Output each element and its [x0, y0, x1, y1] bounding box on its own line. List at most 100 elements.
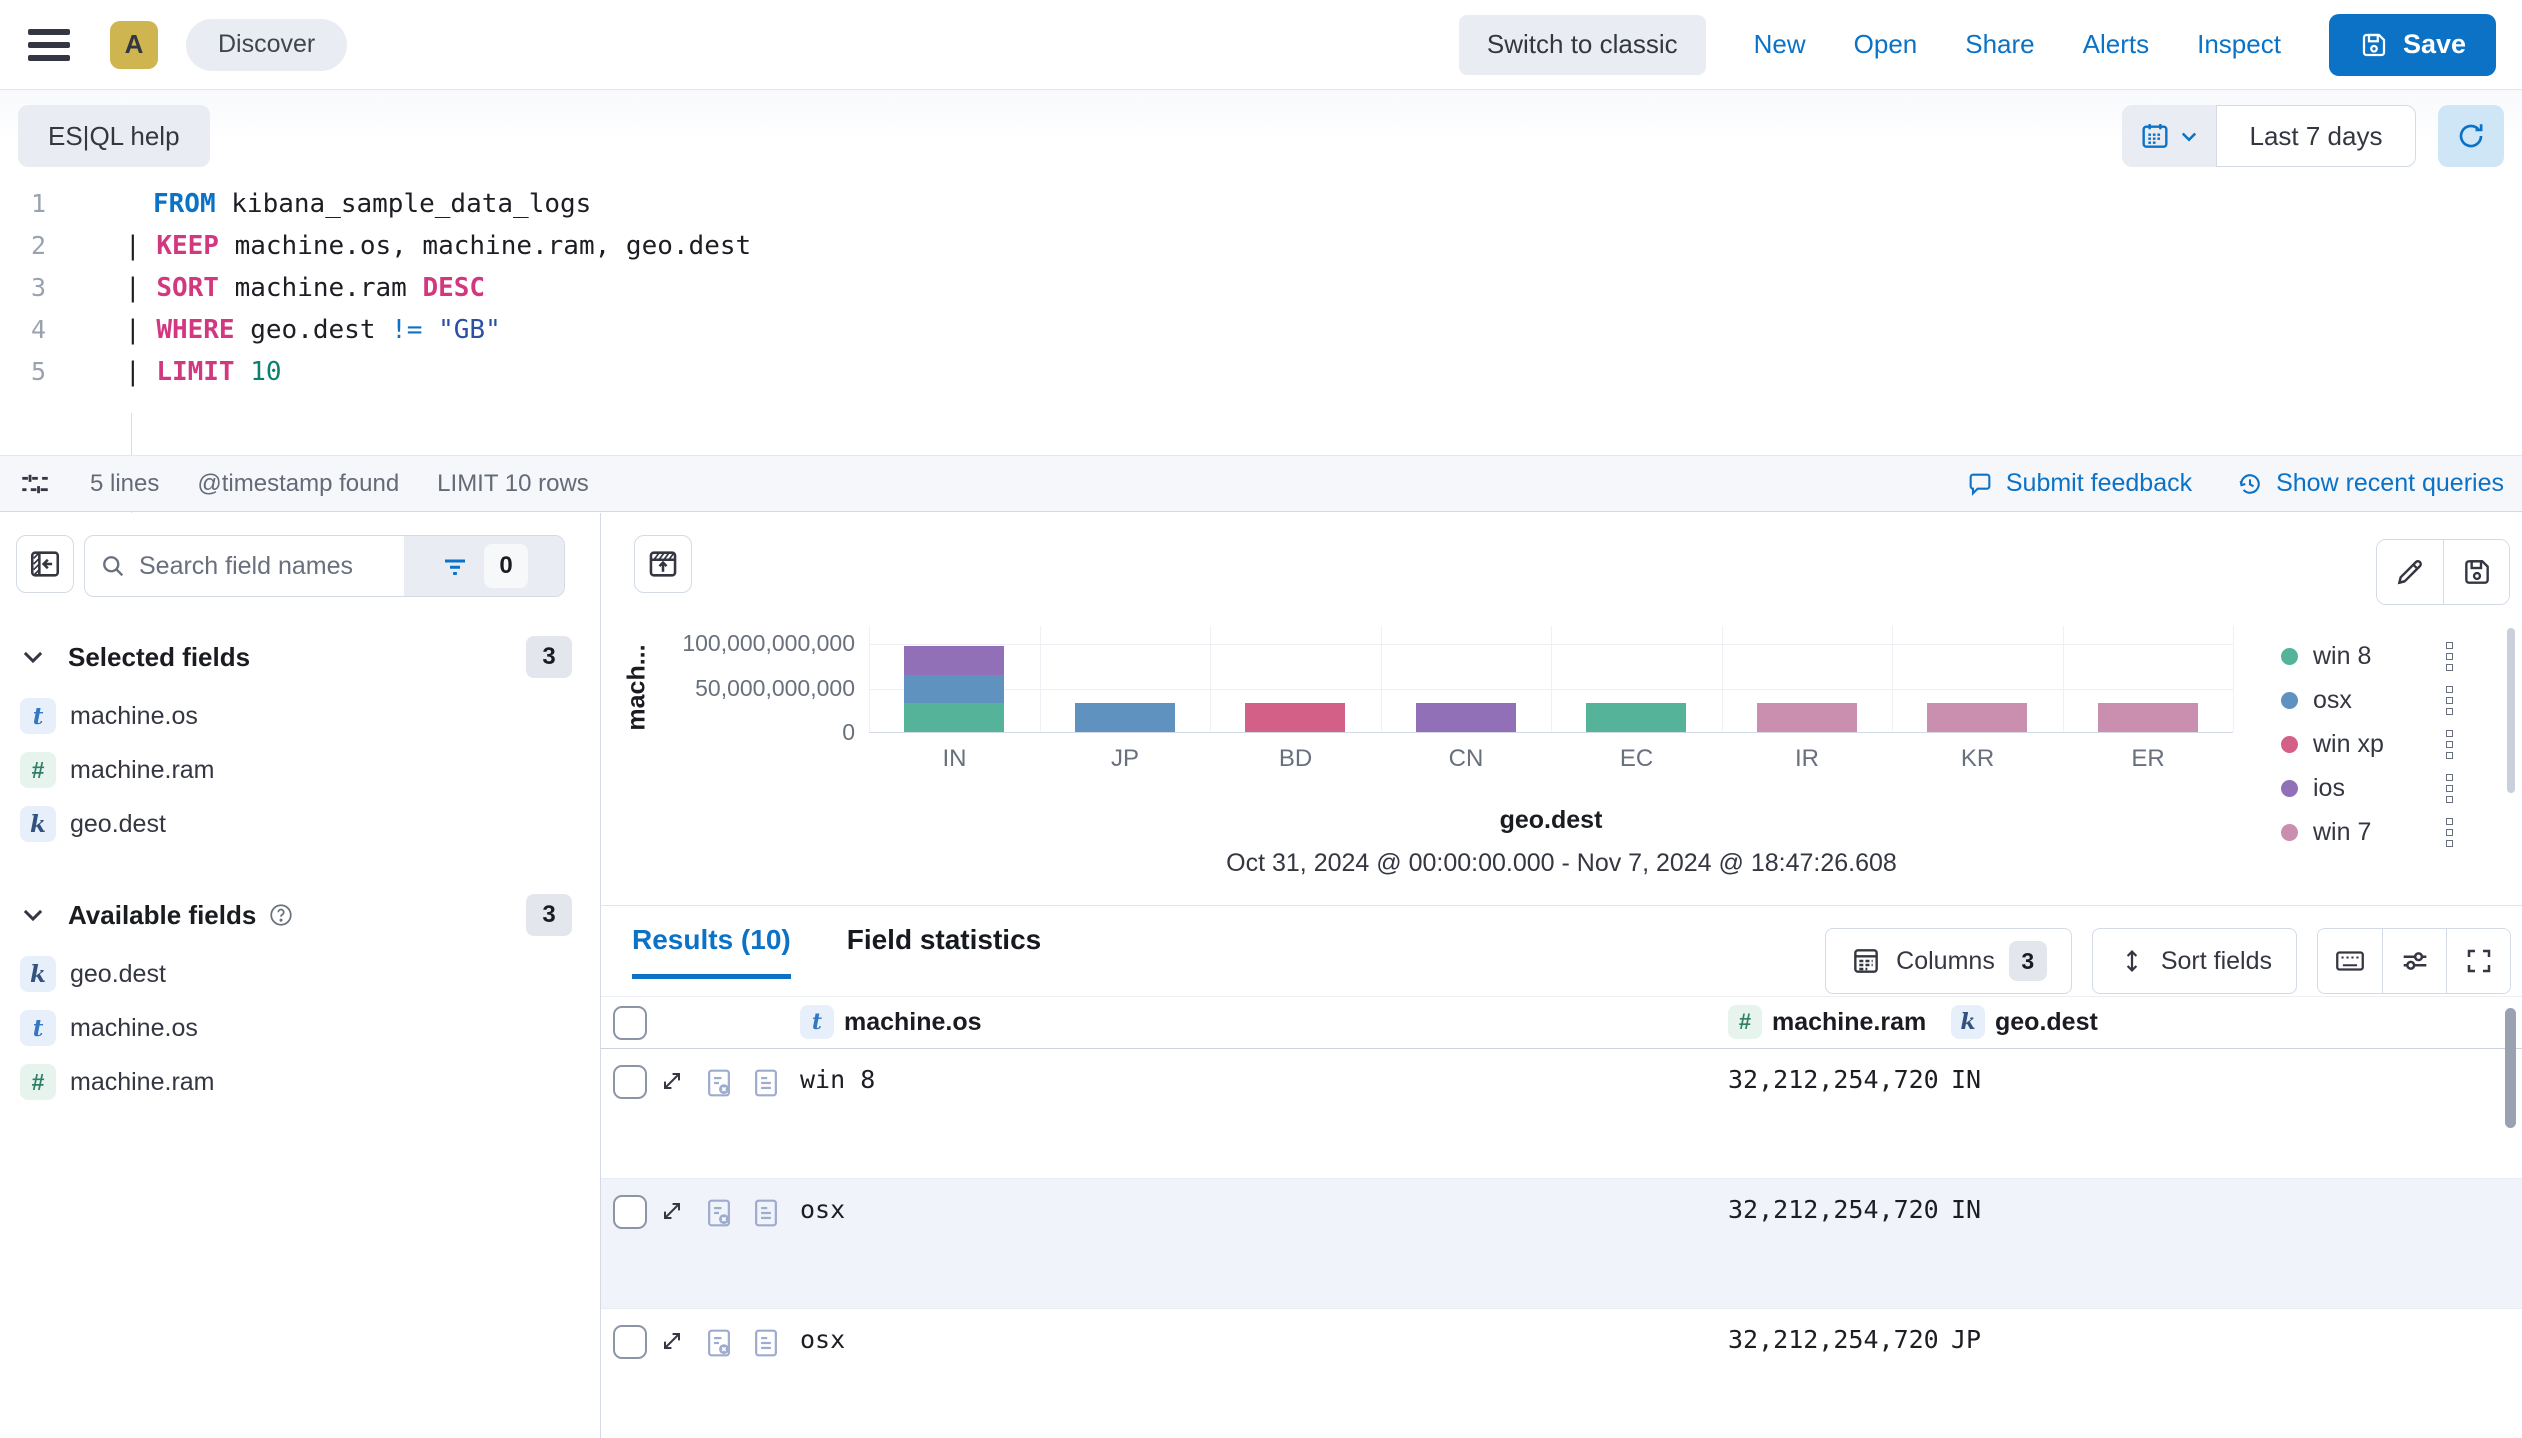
expand-row-icon[interactable] — [658, 1197, 686, 1225]
help-icon[interactable] — [268, 902, 294, 928]
new-button[interactable]: New — [1754, 29, 1806, 60]
row-checkbox[interactable] — [613, 1325, 647, 1359]
feedback-icon — [1966, 470, 1994, 498]
field-type-icon: t — [800, 1005, 834, 1039]
alerts-button[interactable]: Alerts — [2083, 29, 2149, 60]
column-label: machine.ram — [1772, 1008, 1926, 1037]
column-header-machine.ram[interactable]: #machine.ram — [1728, 1005, 1926, 1039]
field-item-machine.ram[interactable]: #machine.ram — [16, 1055, 600, 1109]
histogram-panel: mach... 050,000,000,000100,000,000,000 I… — [600, 513, 2522, 906]
x-tick-KR: KR — [1892, 745, 2063, 773]
limit-status: LIMIT 10 rows — [437, 470, 589, 498]
code-line[interactable]: 3| SORT machine.ram DESC — [0, 267, 2522, 309]
search-input[interactable] — [139, 552, 390, 581]
tab-results[interactable]: Results (10) — [632, 924, 791, 979]
legend-options-icon[interactable] — [2446, 818, 2453, 847]
line-count: 5 lines — [90, 470, 159, 498]
line-number: 5 — [0, 351, 46, 393]
legend-options-icon[interactable] — [2446, 642, 2453, 671]
selected-fields-header[interactable]: Selected fields 3 — [20, 635, 572, 679]
save-visualization-icon-button[interactable] — [2443, 540, 2509, 604]
submit-feedback-link[interactable]: Submit feedback — [1966, 469, 2192, 498]
legend-label: win xp — [2313, 730, 2384, 759]
row-checkbox[interactable] — [613, 1195, 647, 1229]
legend-item-win xp[interactable]: win xp — [2281, 722, 2493, 766]
field-item-geo.dest[interactable]: kgeo.dest — [16, 947, 600, 1001]
columns-button[interactable]: Columns 3 — [1825, 928, 2072, 994]
share-button[interactable]: Share — [1965, 29, 2034, 60]
field-item-geo.dest[interactable]: kgeo.dest — [16, 797, 600, 851]
legend-item-ios[interactable]: ios — [2281, 766, 2493, 810]
calendar-dropdown-button[interactable] — [2122, 105, 2216, 167]
view-document-icon[interactable] — [751, 1327, 781, 1359]
column-header-machine.os[interactable]: tmachine.os — [800, 1005, 982, 1039]
open-button[interactable]: Open — [1854, 29, 1918, 60]
esql-editor[interactable]: 1FROM kibana_sample_data_logs2| KEEP mac… — [0, 183, 2522, 455]
refresh-button[interactable] — [2438, 105, 2504, 167]
table-scrollbar[interactable] — [2505, 1008, 2516, 1128]
table-row: win 832,212,254,720IN — [601, 1049, 2522, 1179]
avatar[interactable]: A — [110, 21, 158, 69]
menu-icon[interactable] — [26, 25, 72, 65]
field-type-icon: # — [20, 1064, 56, 1100]
display-options-button[interactable] — [2382, 929, 2446, 993]
keyboard-shortcuts-button[interactable] — [2318, 929, 2382, 993]
show-recent-queries-link[interactable]: Show recent queries — [2236, 469, 2504, 498]
field-item-machine.os[interactable]: tmachine.os — [16, 689, 600, 743]
legend-options-icon[interactable] — [2446, 686, 2453, 715]
field-filter-button[interactable]: 0 — [404, 536, 564, 596]
bar-IR-win 7 — [1757, 703, 1857, 732]
row-checkbox[interactable] — [613, 1065, 647, 1099]
expand-row-icon[interactable] — [658, 1067, 686, 1095]
bar-CN-ios — [1416, 703, 1516, 732]
column-header-geo.dest[interactable]: kgeo.dest — [1951, 1005, 2098, 1039]
query-toolbar: ES|QL help Last 7 days — [0, 90, 2522, 182]
switch-to-classic-button[interactable]: Switch to classic — [1459, 15, 1706, 75]
code-line[interactable]: 1FROM kibana_sample_data_logs — [0, 183, 2522, 225]
editor-settings-icon[interactable] — [18, 467, 52, 501]
breadcrumb-discover[interactable]: Discover — [186, 19, 347, 71]
remove-document-icon[interactable] — [704, 1067, 734, 1099]
legend-item-win 8[interactable]: win 8 — [2281, 634, 2493, 678]
editor-status-bar: 5 lines @timestamp found LIMIT 10 rows S… — [0, 455, 2522, 512]
legend-dot — [2281, 692, 2298, 709]
code-line[interactable]: 2| KEEP machine.os, machine.ram, geo.des… — [0, 225, 2522, 267]
legend-item-win 7[interactable]: win 7 — [2281, 810, 2493, 854]
inspect-button[interactable]: Inspect — [2197, 29, 2281, 60]
results-tabs: Results (10) Field statistics — [632, 924, 1041, 979]
bar-ER-win 7 — [2098, 703, 2198, 732]
remove-document-icon[interactable] — [704, 1197, 734, 1229]
pencil-icon — [2394, 556, 2426, 588]
fields-sidebar: 0 Selected fields 3 tmachine.os#machine.… — [0, 513, 600, 1438]
time-range-display[interactable]: Last 7 days — [2216, 105, 2416, 167]
code-line[interactable]: 5| LIMIT 10 — [0, 351, 2522, 393]
esql-help-button[interactable]: ES|QL help — [18, 105, 210, 167]
legend-options-icon[interactable] — [2446, 730, 2453, 759]
legend-item-osx[interactable]: osx — [2281, 678, 2493, 722]
sort-fields-button[interactable]: Sort fields — [2092, 928, 2297, 994]
view-document-icon[interactable] — [751, 1197, 781, 1229]
field-item-machine.os[interactable]: tmachine.os — [16, 1001, 600, 1055]
collapse-sidebar-button[interactable] — [16, 535, 74, 593]
field-label: geo.dest — [70, 810, 166, 839]
available-fields-header[interactable]: Available fields 3 — [20, 893, 572, 937]
view-document-icon[interactable] — [751, 1067, 781, 1099]
expand-row-icon[interactable] — [658, 1327, 686, 1355]
edit-visualization-button[interactable] — [2377, 540, 2443, 604]
save-button[interactable]: Save — [2329, 14, 2496, 76]
remove-document-icon[interactable] — [704, 1327, 734, 1359]
x-axis-labels: INJPBDCNECIRKRER — [869, 745, 2233, 779]
chevron-down-icon — [2179, 126, 2199, 146]
bar-KR-win 7 — [1927, 703, 2027, 732]
chart-scrollbar[interactable] — [2507, 628, 2515, 793]
field-item-machine.ram[interactable]: #machine.ram — [16, 743, 600, 797]
keyboard-icon — [2333, 944, 2367, 978]
cell-machine.os: osx — [800, 1325, 845, 1354]
save-icon — [2359, 30, 2389, 60]
select-all-checkbox[interactable] — [613, 1006, 647, 1040]
legend-options-icon[interactable] — [2446, 774, 2453, 803]
fullscreen-button[interactable] — [2446, 929, 2510, 993]
tab-field-statistics[interactable]: Field statistics — [847, 924, 1042, 979]
save-visualization-button[interactable] — [634, 535, 692, 593]
code-line[interactable]: 4| WHERE geo.dest != "GB" — [0, 309, 2522, 351]
